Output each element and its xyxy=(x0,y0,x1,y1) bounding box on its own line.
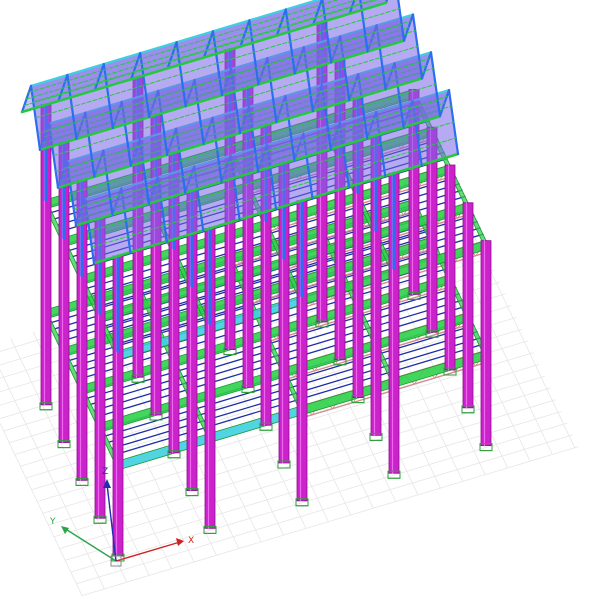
model-viewport[interactable]: X Y Z xyxy=(0,0,600,600)
axis-x-label: X xyxy=(188,536,194,546)
column xyxy=(462,202,474,409)
grid-line xyxy=(81,446,579,596)
column xyxy=(444,164,456,371)
structural-3d-view[interactable]: X Y Z xyxy=(0,0,600,600)
axis-y-line xyxy=(63,527,117,562)
grid-line xyxy=(0,368,105,590)
column xyxy=(480,240,492,447)
axis-x-line xyxy=(115,541,181,562)
axis-y-label: Y xyxy=(49,517,56,527)
axis-z-label: Z xyxy=(102,467,108,477)
